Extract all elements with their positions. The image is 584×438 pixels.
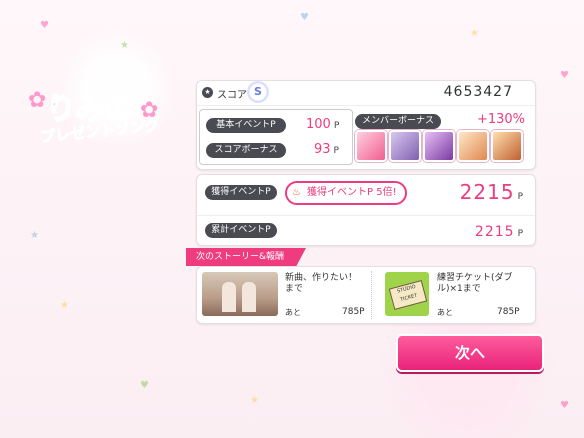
divider <box>371 271 372 319</box>
member-avatar <box>491 130 523 162</box>
member-bonus-label: メンバーボーナス <box>355 114 441 129</box>
base-bonus-box: 基本イベントP 100 P スコアボーナス 93 P <box>199 109 353 165</box>
score-bonus-number: 93 <box>314 142 331 157</box>
member-avatar <box>355 130 387 162</box>
character-figure <box>242 282 256 312</box>
p-unit: P <box>517 192 523 202</box>
reward-title: 新曲、作りたい！まで <box>285 273 358 294</box>
event-points-panel: 獲得イベントP ♨ 獲得イベントP 5倍! 2215 P 累計イベントP 2215… <box>196 174 536 246</box>
event-logo: ✿ ✿ りみの プレゼントソング <box>28 78 168 158</box>
divider <box>197 105 535 106</box>
base-event-number: 100 <box>306 117 331 132</box>
divider <box>197 215 535 216</box>
p-unit: P <box>517 229 523 239</box>
ticket-thumbnail: STUDIO TICKET <box>385 272 429 316</box>
multiplier-text: 獲得イベントP 5倍! <box>307 187 397 198</box>
score-bonus-value: 93 P <box>314 142 339 157</box>
earned-event-label: 獲得イベントP <box>205 185 277 200</box>
multiplier-badge: ♨ 獲得イベントP 5倍! <box>285 181 407 205</box>
heart-decoration-icon: ♥ <box>560 70 569 81</box>
next-button[interactable]: 次へ <box>396 334 544 372</box>
star-decoration-icon: ★ <box>470 28 479 39</box>
p-unit: P <box>333 146 339 156</box>
remaining-label: あと <box>285 308 301 317</box>
member-avatar <box>457 130 489 162</box>
earned-event-number: 2215 <box>459 180 515 204</box>
next-story-tab: 次のストーリー&報酬 <box>186 248 306 266</box>
member-avatar <box>389 130 421 162</box>
base-event-value: 100 P <box>306 117 339 132</box>
score-value: 4653427 <box>443 84 513 100</box>
base-event-label: 基本イベントP <box>206 118 286 133</box>
star-decoration-icon: ★ <box>60 300 69 311</box>
remaining-value: 785P <box>497 307 520 317</box>
studio-ticket-icon: STUDIO TICKET <box>388 279 428 311</box>
reward-title: 練習チケット(ダブル)×1まで <box>437 273 513 294</box>
star-decoration-icon: ★ <box>30 230 39 241</box>
remaining-value: 785P <box>342 307 365 317</box>
fire-icon: ♨ <box>292 187 301 198</box>
score-rank-badge: S <box>247 81 269 103</box>
total-event-number: 2215 <box>474 224 515 240</box>
member-avatar <box>423 130 455 162</box>
total-event-value: 2215 P <box>475 221 523 240</box>
remaining-label: あと <box>437 308 453 317</box>
p-unit: P <box>333 121 340 131</box>
earned-event-value: 2215 P <box>460 180 523 204</box>
character-figure <box>222 282 236 312</box>
heart-decoration-icon: ♥ <box>140 380 149 391</box>
star-icon: ★ <box>202 87 213 98</box>
heart-decoration-icon: ♥ <box>40 20 49 31</box>
heart-decoration-icon: ♥ <box>300 12 309 23</box>
score-label: スコア <box>217 90 247 101</box>
heart-decoration-icon: ♥ <box>560 400 569 411</box>
member-bonus-value: +130% <box>476 112 525 127</box>
star-decoration-icon: ★ <box>120 40 129 51</box>
total-event-label: 累計イベントP <box>205 223 277 238</box>
next-story-panel: 新曲、作りたい！まで あと 785P STUDIO TICKET 練習チケット(… <box>196 266 536 324</box>
star-decoration-icon: ★ <box>250 395 259 406</box>
score-bonus-label: スコアボーナス <box>206 143 286 158</box>
flower-icon: ✿ <box>28 88 47 113</box>
story-thumbnail <box>202 272 278 316</box>
